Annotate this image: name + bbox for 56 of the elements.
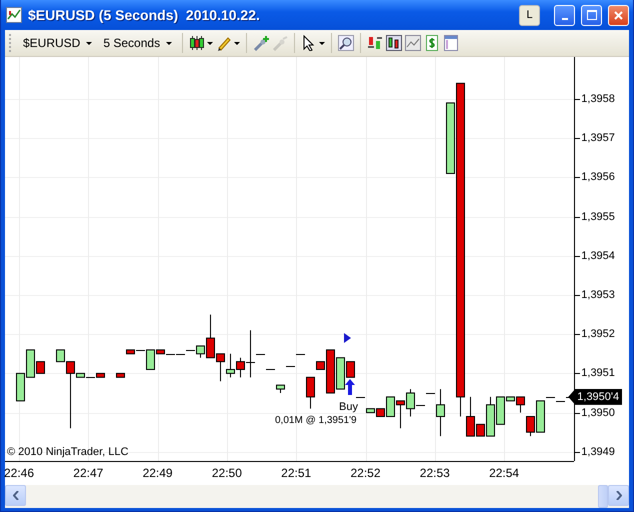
- candlestick: [306, 376, 315, 410]
- time-label: 22:47: [73, 466, 104, 480]
- buy-arrow-icon: [345, 379, 355, 395]
- caret-icon[interactable]: [86, 42, 92, 44]
- triangle-marker-icon: [344, 333, 351, 343]
- close-button[interactable]: [608, 4, 629, 26]
- l-button[interactable]: L: [519, 4, 540, 26]
- candlestick: [116, 372, 125, 378]
- candlestick: [276, 384, 285, 394]
- maximize-icon: [586, 10, 596, 20]
- zoom-icon[interactable]: [338, 35, 354, 51]
- price-label: 1,3952: [581, 328, 615, 340]
- price-label: 1,3958: [581, 93, 615, 105]
- interval-dropdown[interactable]: 5 Seconds: [99, 34, 176, 52]
- price-label: 1,3951: [581, 367, 615, 380]
- pencil-icon[interactable]: [216, 35, 240, 51]
- window-icon[interactable]: [443, 35, 460, 51]
- time-label: 22:52: [350, 466, 381, 480]
- candlestick-icon[interactable]: [189, 35, 214, 51]
- price-label: 1,3954: [581, 250, 615, 262]
- bar-chart-icon[interactable]: [386, 35, 402, 51]
- candlestick: [16, 372, 25, 402]
- close-icon: [614, 10, 623, 20]
- maximize-button[interactable]: [581, 4, 602, 26]
- candlestick: [396, 400, 405, 429]
- cursor-icon[interactable]: [301, 35, 326, 51]
- copyright-text: © 2010 NinjaTrader, LLC: [7, 446, 128, 458]
- time-label: 22:51: [281, 466, 312, 480]
- minimize-button[interactable]: [554, 4, 575, 26]
- time-label: 22:49: [142, 466, 173, 480]
- price-label: 1,3950: [581, 406, 615, 419]
- price-label: 1,3957: [581, 132, 615, 144]
- candlestick: [226, 353, 235, 378]
- price-label: 1,3949: [581, 446, 615, 458]
- order-detail: 0,01M @ 1,3951'9: [275, 415, 357, 426]
- scroll-right-button[interactable]: [608, 485, 629, 506]
- time-label: 22:54: [489, 466, 520, 480]
- price-label: 1,3956: [581, 171, 615, 184]
- instrument-dropdown[interactable]: $EURUSD: [19, 34, 96, 52]
- line-chart-icon[interactable]: [405, 35, 422, 51]
- wand-plus-icon[interactable]: [253, 35, 270, 51]
- money-document-icon[interactable]: [424, 35, 440, 51]
- price-label: 1,3955: [581, 210, 615, 223]
- bars-arrows-icon[interactable]: [367, 35, 384, 51]
- time-label: 22:53: [420, 466, 450, 480]
- scroll-left-button[interactable]: [5, 485, 26, 506]
- last-price-label: 1,3950'4: [568, 388, 622, 405]
- app-icon: [6, 7, 22, 23]
- caret-icon[interactable]: [166, 42, 172, 44]
- window-title: $EURUSD (5 Seconds) 2010.10.22.: [28, 7, 261, 23]
- price-label: 1,3953: [581, 289, 615, 301]
- minimize-icon: [562, 18, 568, 20]
- scroll-thumb[interactable]: [598, 485, 608, 508]
- order-label: Buy: [339, 401, 358, 413]
- candlestick: [296, 354, 306, 355]
- time-label: 22:50: [212, 466, 242, 480]
